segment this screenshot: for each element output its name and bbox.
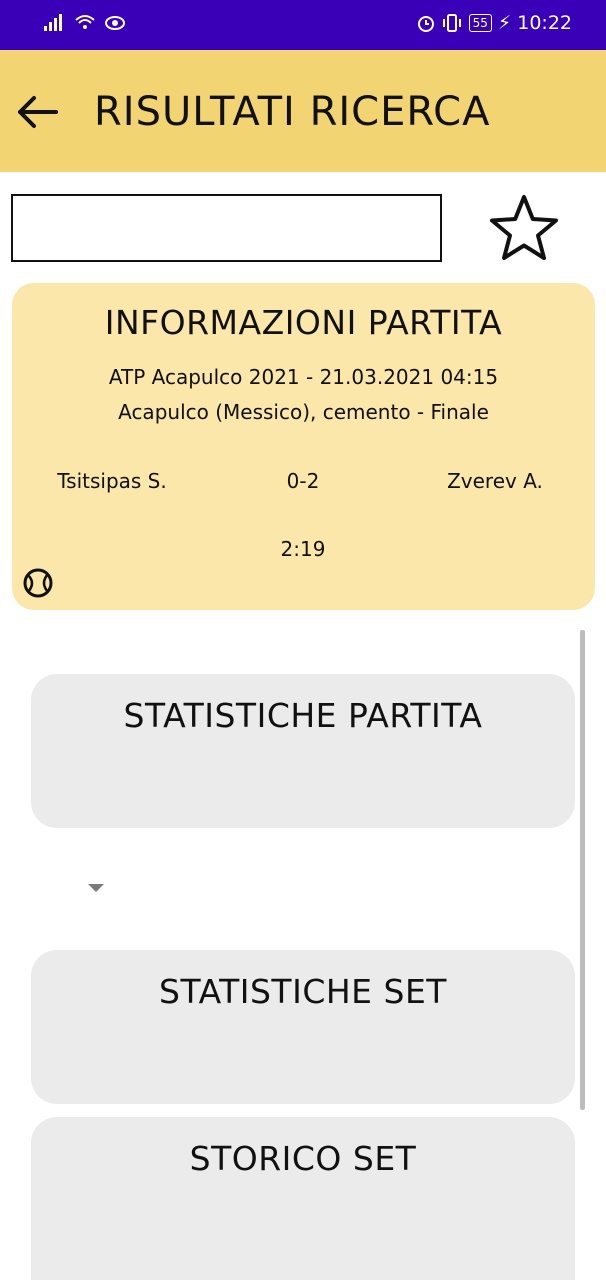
player-one: Tsitsipas S.: [57, 469, 167, 493]
vibrate-icon: [442, 14, 461, 32]
set-stats-label: STATISTICHE SET: [159, 972, 447, 1011]
match-info-card: INFORMAZIONI PARTITA ATP Acapulco 2021 -…: [12, 283, 595, 610]
location-line: Acapulco (Messico), cemento - Finale: [118, 400, 489, 424]
match-duration: 2:19: [280, 537, 326, 561]
signal-icon: [44, 14, 62, 31]
match-info-title: INFORMAZIONI PARTITA: [104, 303, 503, 342]
tennis-ball-icon: [23, 568, 53, 598]
back-arrow-icon[interactable]: [14, 90, 60, 134]
match-stats-label: STATISTICHE PARTITA: [123, 696, 483, 735]
star-icon[interactable]: [486, 192, 562, 264]
status-bar: 55 ⚡ 10:22: [0, 0, 606, 50]
status-icons-left: [44, 12, 126, 32]
wifi-icon: [75, 15, 95, 29]
page-title: RISULTATI RICERCA: [94, 89, 491, 135]
set-stats-button[interactable]: STATISTICHE SET: [31, 950, 575, 1104]
scrollbar[interactable]: [580, 630, 585, 1110]
tournament-line: ATP Acapulco 2021 - 21.03.2021 04:15: [108, 365, 499, 389]
battery-indicator: 55: [468, 14, 492, 32]
match-stats-button[interactable]: STATISTICHE PARTITA: [31, 674, 575, 828]
status-icons-right: 55 ⚡ 10:22: [417, 12, 572, 34]
set-history-label: STORICO SET: [189, 1139, 417, 1178]
clock: 10:22: [517, 12, 572, 34]
search-input[interactable]: [11, 194, 442, 262]
dropdown-arrow-icon[interactable]: [88, 884, 104, 892]
set-history-button[interactable]: STORICO SET: [31, 1117, 575, 1280]
player-two: Zverev A.: [447, 469, 543, 493]
alarm-icon: [417, 16, 434, 32]
match-score: 0-2: [286, 469, 320, 493]
charging-icon: ⚡: [497, 12, 512, 34]
app-bar: RISULTATI RICERCA: [0, 50, 606, 172]
eye-icon: [105, 16, 125, 30]
